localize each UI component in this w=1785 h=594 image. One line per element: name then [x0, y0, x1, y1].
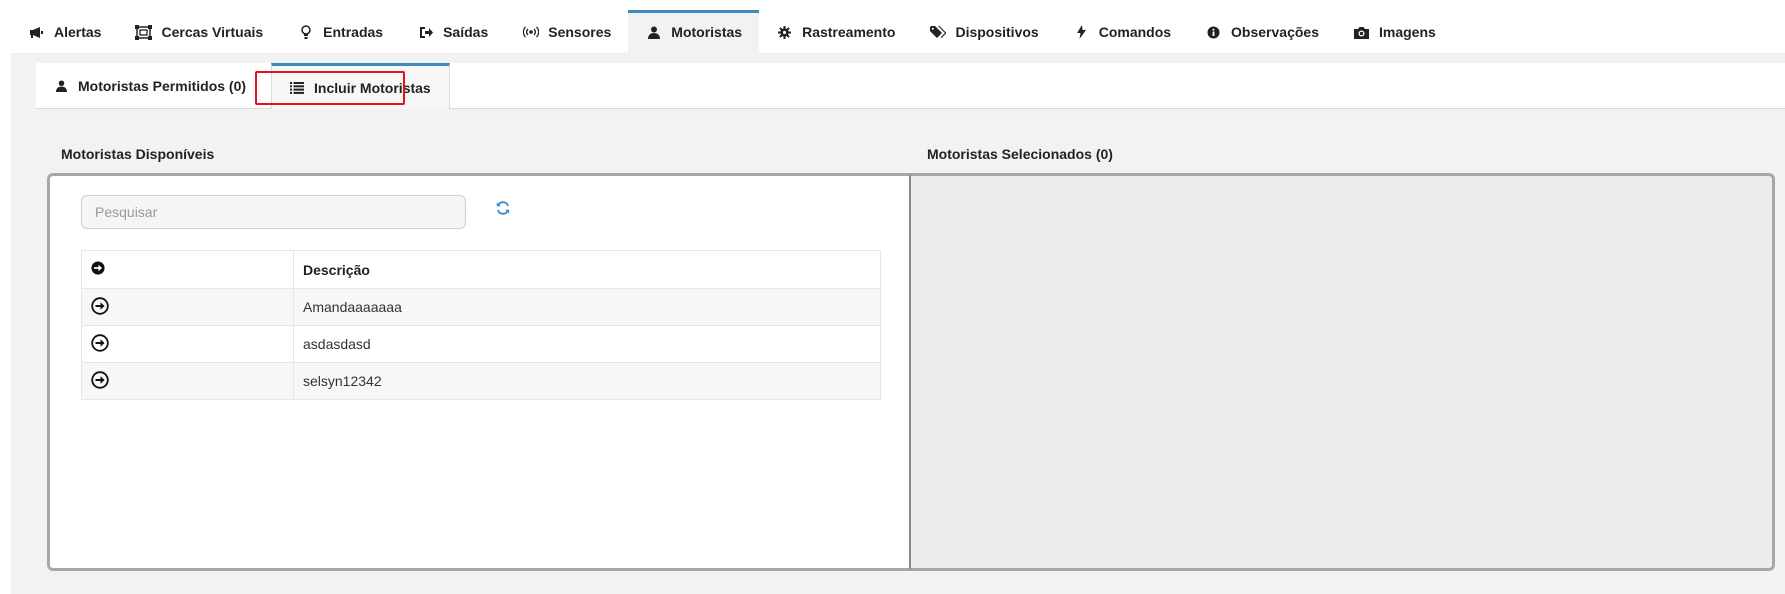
gear-icon — [776, 24, 793, 41]
row-action-cell — [81, 362, 294, 400]
table-header-row: Descrição — [81, 250, 881, 289]
refresh-icon[interactable] — [494, 199, 512, 217]
camera-icon — [1353, 24, 1370, 41]
tab-label: Sensores — [548, 24, 612, 40]
sign-out-icon — [417, 24, 434, 41]
tab-label: Rastreamento — [802, 24, 896, 40]
object-group-icon — [135, 24, 153, 41]
drivers-table: Descrição Amandaaaaaaa asdasdasd selsyn1… — [81, 250, 881, 400]
tab-label: Dispositivos — [955, 24, 1039, 40]
arrow-circle-right-icon[interactable] — [91, 333, 109, 352]
row-description: selsyn12342 — [293, 362, 881, 400]
bolt-icon — [1073, 24, 1090, 41]
tab-label: Alertas — [54, 24, 102, 40]
tab-alertas[interactable]: Alertas — [11, 10, 118, 54]
tab-label: Observações — [1231, 24, 1319, 40]
row-description: Amandaaaaaaa — [293, 288, 881, 326]
select-all-column — [81, 250, 294, 289]
user-icon — [54, 79, 68, 93]
available-drivers-title: Motoristas Disponíveis — [61, 146, 215, 162]
tab-label: Entradas — [323, 24, 384, 40]
broadcast-icon — [522, 24, 539, 41]
tab-incluir-motoristas[interactable]: Incluir Motoristas — [271, 63, 450, 109]
bullhorn-icon — [28, 24, 45, 41]
tab-label: Comandos — [1098, 24, 1172, 40]
tab-label: Motoristas — [671, 24, 743, 40]
row-action-cell — [81, 325, 294, 363]
tab-cercas-virtuais[interactable]: Cercas Virtuais — [118, 10, 280, 54]
tags-icon — [929, 24, 946, 41]
tab-label: Saídas — [443, 24, 489, 40]
tab-sensores[interactable]: Sensores — [505, 10, 628, 54]
user-icon — [645, 24, 662, 41]
arrow-circle-right-icon[interactable] — [91, 296, 109, 315]
list-icon — [290, 81, 305, 95]
tab-rastreamento[interactable]: Rastreamento — [759, 10, 912, 54]
selected-drivers-panel — [911, 173, 1775, 571]
table-row: selsyn12342 — [81, 362, 881, 400]
sub-tabs: Motoristas Permitidos (0) Incluir Motori… — [36, 63, 450, 109]
sub-tab-label: Motoristas Permitidos (0) — [78, 78, 247, 94]
row-action-cell — [81, 288, 294, 326]
table-row: asdasdasd — [81, 325, 881, 363]
selected-drivers-title: Motoristas Selecionados (0) — [927, 146, 1113, 162]
description-header: Descrição — [293, 250, 881, 289]
tab-saidas[interactable]: Saídas — [400, 10, 505, 54]
tab-entradas[interactable]: Entradas — [280, 10, 400, 54]
tab-comandos[interactable]: Comandos — [1056, 10, 1188, 54]
lightbulb-icon — [297, 24, 314, 41]
info-circle-icon — [1205, 24, 1222, 41]
tab-observacoes[interactable]: Observações — [1188, 10, 1336, 54]
tab-imagens[interactable]: Imagens — [1336, 10, 1453, 54]
arrow-circle-right-icon[interactable] — [91, 370, 109, 389]
tab-motoristas[interactable]: Motoristas — [628, 10, 760, 54]
table-row: Amandaaaaaaa — [81, 288, 881, 326]
row-description: asdasdasd — [293, 325, 881, 363]
top-tab-bar: Alertas Cercas Virtuais Entradas Saídas … — [11, 10, 1785, 54]
search-input[interactable] — [81, 195, 466, 229]
tab-motoristas-permitidos[interactable]: Motoristas Permitidos (0) — [36, 63, 264, 109]
tab-label: Imagens — [1379, 24, 1436, 40]
sub-tab-label: Incluir Motoristas — [314, 79, 431, 96]
arrow-circle-right-icon[interactable] — [91, 261, 105, 275]
tab-label: Cercas Virtuais — [161, 24, 264, 40]
tab-dispositivos[interactable]: Dispositivos — [912, 10, 1055, 54]
